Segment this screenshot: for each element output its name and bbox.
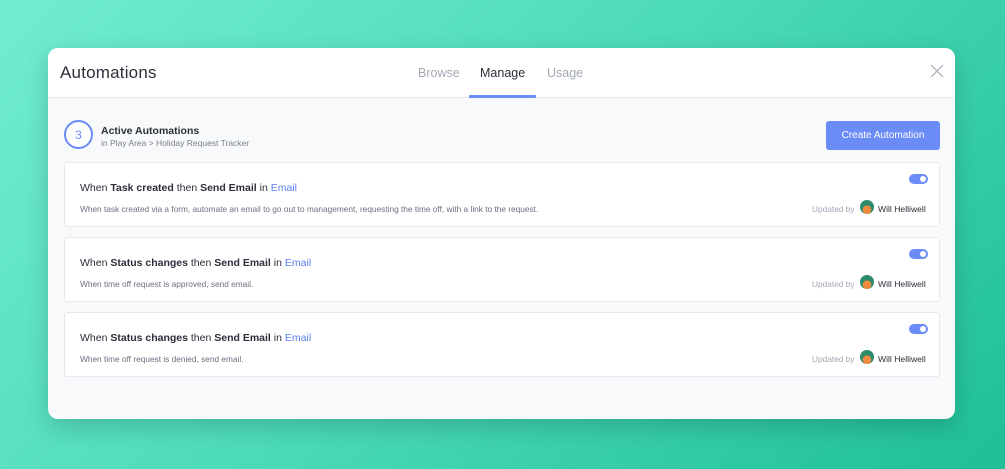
automation-description: When task created via a form, automate a… — [80, 204, 539, 214]
rule-then: then — [190, 257, 212, 269]
automation-rule: When Task created then Send Email in Ema… — [80, 182, 297, 194]
avatar[interactable] — [860, 275, 874, 289]
automations-modal: Automations Browse Manage Usage 3 Active… — [48, 48, 955, 419]
rule-in: in — [273, 257, 282, 269]
updated-by-label: Updated by — [812, 354, 855, 364]
tab-manage[interactable]: Manage — [480, 66, 525, 80]
automation-card[interactable]: When Status changes then Send Email in E… — [64, 237, 940, 302]
automation-card[interactable]: When Task created then Send Email in Ema… — [64, 162, 940, 227]
rule-then: then — [176, 182, 198, 194]
rule-action: Send Email — [200, 182, 257, 194]
rule-target-link[interactable]: Email — [285, 332, 311, 344]
automation-enabled-toggle[interactable] — [909, 324, 928, 334]
rule-then: then — [190, 332, 212, 344]
automation-description: When time off request is denied, send em… — [80, 354, 244, 364]
rule-target-link[interactable]: Email — [285, 257, 311, 269]
rule-when: When — [80, 332, 108, 344]
avatar[interactable] — [860, 350, 874, 364]
modal-header: Automations Browse Manage Usage — [48, 48, 955, 98]
active-tab-indicator — [469, 95, 536, 98]
rule-trigger: Status changes — [110, 257, 188, 269]
close-button[interactable] — [930, 64, 944, 78]
toggle-knob — [920, 251, 926, 257]
automation-description: When time off request is approved, send … — [80, 279, 254, 289]
rule-action: Send Email — [214, 257, 271, 269]
rule-in: in — [259, 182, 268, 194]
automation-count-badge: 3 — [64, 120, 93, 149]
updated-by-label: Updated by — [812, 204, 855, 214]
rule-when: When — [80, 257, 108, 269]
toggle-knob — [920, 176, 926, 182]
automation-enabled-toggle[interactable] — [909, 174, 928, 184]
section-title: Active Automations — [101, 125, 200, 137]
modal-title: Automations — [60, 63, 157, 82]
avatar[interactable] — [860, 200, 874, 214]
tab-browse[interactable]: Browse — [418, 66, 460, 80]
rule-target-link[interactable]: Email — [271, 182, 297, 194]
updated-by-name: Will Helliwell — [878, 279, 926, 289]
updated-by-label: Updated by — [812, 279, 855, 289]
tab-usage[interactable]: Usage — [547, 66, 583, 80]
rule-action: Send Email — [214, 332, 271, 344]
automation-enabled-toggle[interactable] — [909, 249, 928, 259]
updated-by-name: Will Helliwell — [878, 204, 926, 214]
rule-trigger: Task created — [110, 182, 174, 194]
section-breadcrumb: in Play Area > Holiday Request Tracker — [101, 138, 250, 148]
rule-trigger: Status changes — [110, 332, 188, 344]
updated-by-name: Will Helliwell — [878, 354, 926, 364]
toggle-knob — [920, 326, 926, 332]
rule-in: in — [273, 332, 282, 344]
automation-card[interactable]: When Status changes then Send Email in E… — [64, 312, 940, 377]
create-automation-button[interactable]: Create Automation — [826, 121, 940, 150]
automation-rule: When Status changes then Send Email in E… — [80, 332, 311, 344]
close-icon — [930, 64, 944, 78]
automation-rule: When Status changes then Send Email in E… — [80, 257, 311, 269]
rule-when: When — [80, 182, 108, 194]
